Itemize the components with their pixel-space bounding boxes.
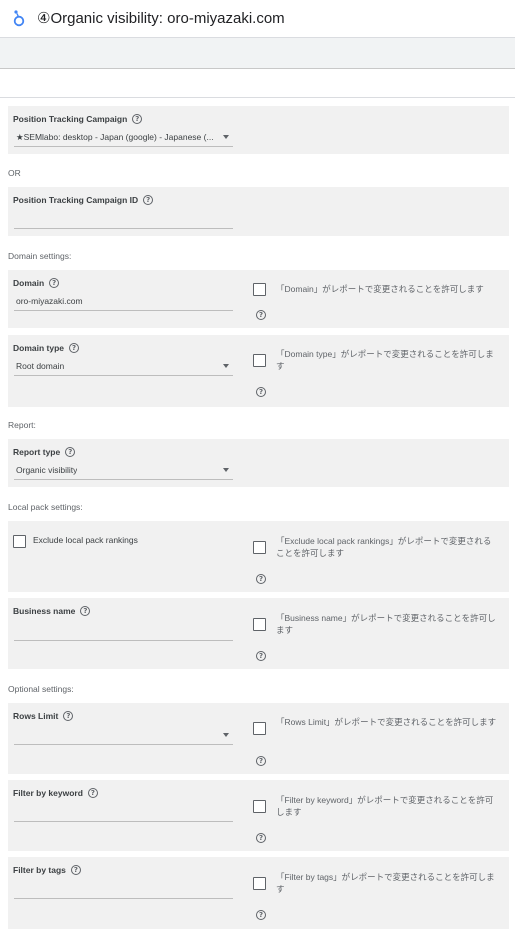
filter-tags-allow-checkbox[interactable] bbox=[253, 877, 266, 890]
rows-limit-select[interactable] bbox=[14, 728, 233, 745]
filter-keyword-card: Filter by keyword ? 「Filter by keyword」が… bbox=[8, 780, 509, 851]
filter-keyword-allow-checkbox[interactable] bbox=[253, 800, 266, 813]
section-domain-settings: Domain settings: bbox=[8, 251, 72, 261]
exclude-local-label: Exclude local pack rankings bbox=[33, 535, 138, 545]
domain-type-allow-checkbox[interactable] bbox=[253, 354, 266, 367]
rows-limit-label: Rows Limit ? bbox=[13, 711, 74, 721]
domain-allow-label: 「Domain」がレポートで変更されることを許可します bbox=[276, 284, 484, 294]
campaign-select[interactable]: ★SEMlabo: desktop - Japan (google) - Jap… bbox=[14, 130, 233, 147]
rows-limit-allow-checkbox[interactable] bbox=[253, 722, 266, 735]
report-type-card: Report type ? Organic visibility bbox=[8, 439, 509, 487]
filter-keyword-allow-label: 「Filter by keyword」がレポートで変更されることを許可します bbox=[276, 795, 494, 817]
business-name-allow-checkbox[interactable] bbox=[253, 618, 266, 631]
help-icon[interactable]: ? bbox=[256, 651, 266, 661]
report-type-value: Organic visibility bbox=[16, 465, 78, 475]
page-title: ④Organic visibility: oro-miyazaki.com bbox=[37, 10, 285, 27]
help-icon[interactable]: ? bbox=[80, 606, 91, 616]
exclude-local-allow-label: 「Exclude local pack rankings」がレポートで変更される… bbox=[276, 536, 492, 558]
dropdown-caret-icon bbox=[223, 468, 229, 472]
business-name-label-text: Business name bbox=[13, 606, 76, 616]
domain-type-allow-label: 「Domain type」がレポートで変更されることを許可します bbox=[276, 349, 494, 371]
toolbar-band bbox=[0, 38, 515, 69]
filter-keyword-input[interactable] bbox=[14, 805, 233, 822]
help-icon[interactable]: ? bbox=[256, 833, 266, 843]
domain-type-label: Domain type ? bbox=[13, 343, 80, 353]
report-type-label: Report type ? bbox=[13, 447, 76, 457]
rows-limit-card: Rows Limit ? 「Rows Limit」がレポートで変更されることを許… bbox=[8, 703, 509, 774]
campaign-select-value: ★SEMlabo: desktop - Japan (google) - Jap… bbox=[16, 132, 214, 142]
help-icon[interactable]: ? bbox=[70, 865, 81, 875]
rows-limit-label-text: Rows Limit bbox=[13, 711, 59, 721]
help-icon[interactable]: ? bbox=[256, 310, 266, 320]
help-icon[interactable]: ? bbox=[256, 574, 266, 584]
divider bbox=[0, 97, 515, 98]
help-icon[interactable]: ? bbox=[132, 114, 143, 124]
campaign-label-text: Position Tracking Campaign bbox=[13, 114, 128, 124]
campaign-id-input[interactable] bbox=[14, 212, 233, 229]
section-optional: Optional settings: bbox=[8, 684, 74, 694]
section-local-pack: Local pack settings: bbox=[8, 502, 83, 512]
business-name-card: Business name ? 「Business name」がレポートで変更さ… bbox=[8, 598, 509, 669]
help-icon[interactable]: ? bbox=[87, 788, 98, 798]
domain-type-select[interactable]: Root domain bbox=[14, 359, 233, 376]
filter-tags-card: Filter by tags ? 「Filter by tags」がレポートで変… bbox=[8, 857, 509, 929]
business-name-input[interactable] bbox=[14, 624, 233, 641]
filter-tags-input[interactable] bbox=[14, 882, 233, 899]
rows-limit-allow-label: 「Rows Limit」がレポートで変更されることを許可します bbox=[276, 717, 497, 727]
domain-type-label-text: Domain type bbox=[13, 343, 65, 353]
campaign-id-label: Position Tracking Campaign ID ? bbox=[13, 195, 154, 205]
top-bar: ④Organic visibility: oro-miyazaki.com bbox=[0, 0, 515, 38]
exclude-local-card: Exclude local pack rankings 「Exclude loc… bbox=[8, 521, 509, 592]
business-name-label: Business name ? bbox=[13, 606, 91, 616]
dropdown-caret-icon bbox=[223, 135, 229, 139]
domain-card: Domain ? oro-miyazaki.com 「Domain」がレポートで… bbox=[8, 270, 509, 328]
help-icon[interactable]: ? bbox=[143, 195, 154, 205]
help-icon[interactable]: ? bbox=[256, 910, 266, 920]
help-icon[interactable]: ? bbox=[256, 756, 266, 766]
campaign-id-label-text: Position Tracking Campaign ID bbox=[13, 195, 139, 205]
help-icon[interactable]: ? bbox=[256, 387, 266, 397]
help-icon[interactable]: ? bbox=[65, 447, 76, 457]
domain-type-card: Domain type ? Root domain 「Domain type」が… bbox=[8, 335, 509, 407]
filter-keyword-label: Filter by keyword ? bbox=[13, 788, 98, 798]
domain-label-text: Domain bbox=[13, 278, 45, 288]
report-type-select[interactable]: Organic visibility bbox=[14, 463, 233, 480]
report-type-label-text: Report type bbox=[13, 447, 61, 457]
business-name-allow-label: 「Business name」がレポートで変更されることを許可します bbox=[276, 613, 496, 635]
campaign-card: Position Tracking Campaign ? ★SEMlabo: d… bbox=[8, 106, 509, 154]
help-icon[interactable]: ? bbox=[49, 278, 60, 288]
filter-tags-allow-label: 「Filter by tags」がレポートで変更されることを許可します bbox=[276, 872, 495, 894]
section-report: Report: bbox=[8, 420, 36, 430]
looker-studio-logo-icon bbox=[13, 10, 25, 27]
filter-tags-label-text: Filter by tags bbox=[13, 865, 66, 875]
dropdown-caret-icon bbox=[223, 364, 229, 368]
help-icon[interactable]: ? bbox=[69, 343, 80, 353]
dropdown-caret-icon bbox=[223, 733, 229, 737]
domain-allow-checkbox[interactable] bbox=[253, 283, 266, 296]
filter-keyword-label-text: Filter by keyword bbox=[13, 788, 83, 798]
campaign-label: Position Tracking Campaign ? bbox=[13, 114, 143, 124]
filter-tags-label: Filter by tags ? bbox=[13, 865, 81, 875]
or-text: OR bbox=[8, 168, 21, 178]
exclude-local-allow-checkbox[interactable] bbox=[253, 541, 266, 554]
exclude-local-checkbox[interactable] bbox=[13, 535, 26, 548]
domain-input[interactable]: oro-miyazaki.com bbox=[14, 294, 233, 311]
help-icon[interactable]: ? bbox=[63, 711, 74, 721]
domain-type-value: Root domain bbox=[16, 361, 65, 371]
domain-label: Domain ? bbox=[13, 278, 60, 288]
campaign-id-card: Position Tracking Campaign ID ? bbox=[8, 187, 509, 236]
